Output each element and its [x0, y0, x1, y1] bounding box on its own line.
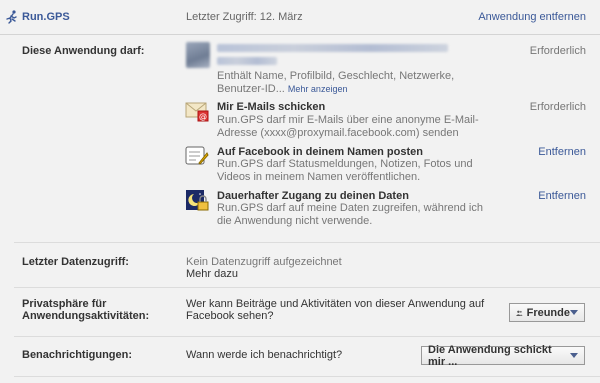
last-access-date: Letzter Zugriff: 12. März [186, 11, 303, 23]
privacy-label-line2: Anwendungsaktivitäten: [22, 310, 150, 322]
run-gps-app-icon [6, 10, 17, 24]
privacy-audience-dropdown[interactable]: Freunde [509, 303, 585, 322]
email-permission-description: Run.GPS darf mir E-Mails über eine anony… [217, 114, 479, 139]
notifications-selected-value: Die Anwendung schickt mir ... [428, 343, 552, 368]
show-more-link[interactable]: Mehr anzeigen [288, 84, 348, 94]
email-permission-title: Mir E-Mails schicken [217, 101, 326, 113]
publish-permission-title: Auf Facebook in deinem Namen posten [217, 146, 423, 158]
offline-permission-title: Dauerhafter Zugang zu deinen Daten [217, 190, 409, 202]
svg-text:@: @ [199, 112, 207, 121]
data-access-label: Letzter Datenzugriff: [22, 256, 129, 268]
permissions-label: Diese Anwendung darf: [22, 45, 145, 57]
offline-permission-description: Run.GPS darf auf meine Daten zugreifen, … [217, 202, 483, 227]
friends-icon [516, 310, 523, 316]
privacy-question-line1: Wer kann Beiträge und Aktivitäten von di… [186, 298, 485, 310]
learn-more-link[interactable]: Mehr dazu [186, 268, 238, 280]
email-permission-status: Erforderlich [529, 101, 586, 113]
basic-info-status: Erforderlich [529, 45, 586, 57]
privacy-label-line1: Privatsphäre für [22, 298, 107, 310]
publish-permission-description: Run.GPS darf Statusmeldungen, Notizen, F… [217, 158, 473, 183]
email-icon: @ [185, 102, 209, 122]
chevron-down-icon [570, 353, 578, 358]
user-avatar [186, 42, 210, 68]
notifications-dropdown[interactable]: Die Anwendung schickt mir ... [421, 343, 585, 368]
offline-access-icon [186, 190, 209, 211]
notifications-label: Benachrichtigungen: [22, 349, 133, 361]
data-access-text: Kein Datenzugriff aufgezeichnet [186, 256, 342, 268]
blurred-text [217, 44, 448, 52]
section-divider [14, 287, 600, 288]
header-divider [0, 34, 600, 35]
chevron-down-icon [570, 310, 578, 315]
section-divider [14, 376, 600, 377]
basic-info-description: Enthält Name, Profilbild, Geschlecht, Ne… [217, 70, 457, 96]
section-divider [14, 242, 600, 243]
app-header: Run.GPS Letzter Zugriff: 12. März Anwend… [0, 0, 600, 34]
publish-remove-link[interactable]: Entfernen [538, 146, 586, 158]
privacy-selected-value: Freunde [526, 306, 570, 319]
post-wall-icon [185, 146, 209, 165]
offline-remove-link[interactable]: Entfernen [538, 190, 586, 202]
notifications-question: Wann werde ich benachrichtigt? [186, 349, 343, 361]
remove-app-link[interactable]: Anwendung entfernen [478, 11, 586, 23]
blurred-text [217, 57, 277, 65]
section-divider [14, 336, 600, 337]
privacy-question-line2: Facebook sehen? [186, 310, 274, 322]
app-name[interactable]: Run.GPS [22, 11, 70, 23]
